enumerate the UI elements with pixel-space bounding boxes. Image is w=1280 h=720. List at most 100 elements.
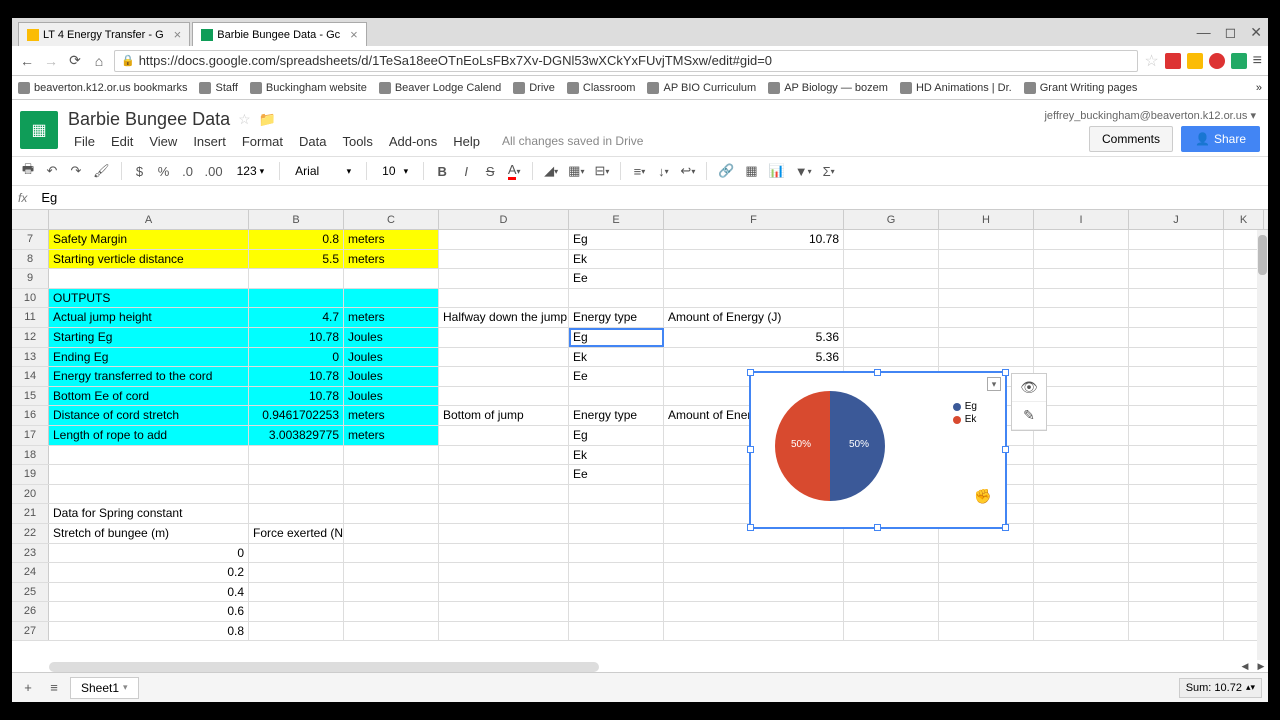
row-header[interactable]: 15 (12, 387, 49, 406)
horizontal-scrollbar[interactable] (49, 662, 599, 672)
close-icon[interactable]: × (350, 27, 358, 42)
halign-icon[interactable]: ≡ ▾ (629, 160, 649, 182)
paint-format-icon[interactable]: 🖌 (90, 160, 113, 182)
cell[interactable] (344, 269, 439, 288)
cell[interactable] (344, 583, 439, 602)
cell[interactable] (844, 250, 939, 269)
cell[interactable] (439, 250, 569, 269)
menu-edit[interactable]: Edit (105, 132, 139, 151)
cell[interactable] (344, 563, 439, 582)
minimize-icon[interactable]: — (1197, 24, 1211, 41)
row-header[interactable]: 23 (12, 544, 49, 563)
ext-icon[interactable] (1165, 53, 1181, 69)
cell[interactable]: 0.9461702253 (249, 406, 344, 425)
cell[interactable] (664, 250, 844, 269)
cell[interactable]: Starting verticle distance (49, 250, 249, 269)
cell[interactable] (249, 269, 344, 288)
cell[interactable]: Safety Margin (49, 230, 249, 249)
formula-bar[interactable]: fx Eg (12, 186, 1268, 210)
cell[interactable] (1034, 230, 1129, 249)
row-header[interactable]: 14 (12, 367, 49, 386)
cell[interactable] (1129, 328, 1224, 347)
valign-icon[interactable]: ↓ ▾ (653, 160, 673, 182)
cell[interactable] (439, 465, 569, 484)
cell[interactable] (1034, 563, 1129, 582)
cell[interactable]: meters (344, 308, 439, 327)
cell[interactable]: Energy type (569, 406, 664, 425)
cell[interactable]: 0.2 (49, 563, 249, 582)
close-window-icon[interactable]: ✕ (1250, 24, 1262, 41)
cell[interactable]: Joules (344, 387, 439, 406)
cell[interactable]: 10.78 (249, 387, 344, 406)
all-sheets-icon[interactable]: ≡ (44, 677, 64, 699)
scroll-left-icon[interactable]: ◀ (1238, 660, 1252, 672)
link-icon[interactable]: 🔗 (715, 160, 737, 182)
bookmark-item[interactable]: Buckingham website (250, 82, 367, 94)
cell[interactable] (249, 544, 344, 563)
cell[interactable] (344, 289, 439, 308)
row-header[interactable]: 8 (12, 250, 49, 269)
pie-chart[interactable]: ▾ 👁 ✎ 50% 50% Eg Ek (749, 371, 1007, 529)
back-icon[interactable]: ← (18, 52, 36, 70)
cell[interactable]: Actual jump height (49, 308, 249, 327)
col-header[interactable]: A (49, 210, 249, 229)
cell[interactable] (939, 289, 1034, 308)
cell[interactable] (844, 328, 939, 347)
cell[interactable]: Force exerted (N) (249, 524, 344, 543)
ext-icon[interactable] (1231, 53, 1247, 69)
cell[interactable] (249, 485, 344, 504)
undo-icon[interactable]: ↶ (42, 160, 62, 182)
cell[interactable] (1034, 426, 1129, 445)
cell[interactable]: Bottom Ee of cord (49, 387, 249, 406)
cell[interactable] (1129, 426, 1224, 445)
cell[interactable]: 0.8 (49, 622, 249, 641)
cell[interactable] (1034, 308, 1129, 327)
cell[interactable] (569, 563, 664, 582)
maximize-icon[interactable]: ◻ (1225, 24, 1237, 41)
cell[interactable] (939, 230, 1034, 249)
cell[interactable] (664, 583, 844, 602)
cell[interactable] (439, 269, 569, 288)
cell[interactable] (1129, 406, 1224, 425)
cell[interactable] (569, 485, 664, 504)
menu-icon[interactable]: ≡ (1253, 52, 1262, 70)
row-header[interactable]: 11 (12, 308, 49, 327)
cell[interactable] (249, 446, 344, 465)
row-header[interactable]: 24 (12, 563, 49, 582)
menu-file[interactable]: File (68, 132, 101, 151)
cell[interactable] (1034, 544, 1129, 563)
cell[interactable]: Ee (569, 269, 664, 288)
wrap-icon[interactable]: ↩ ▾ (677, 160, 698, 182)
font-size-dropdown[interactable]: 10 ▾ (375, 161, 415, 181)
row-header[interactable]: 16 (12, 406, 49, 425)
cell[interactable] (1129, 544, 1224, 563)
cell[interactable] (49, 485, 249, 504)
menu-tools[interactable]: Tools (336, 132, 378, 151)
cell[interactable]: 5.36 (664, 328, 844, 347)
cell[interactable] (664, 289, 844, 308)
cell[interactable]: Halfway down the jump (439, 308, 569, 327)
cell[interactable] (939, 308, 1034, 327)
share-button[interactable]: 👤 Share (1181, 126, 1260, 152)
cell[interactable] (249, 583, 344, 602)
folder-icon[interactable]: 📁 (259, 111, 276, 128)
bookmark-item[interactable]: Staff (199, 82, 237, 94)
cell[interactable] (439, 622, 569, 641)
cell[interactable] (1034, 328, 1129, 347)
row-header[interactable]: 10 (12, 289, 49, 308)
cell[interactable] (844, 583, 939, 602)
font-dropdown[interactable]: Arial ▾ (288, 161, 358, 181)
bookmark-item[interactable]: HD Animations | Dr. (900, 82, 1012, 94)
cell[interactable] (1129, 563, 1224, 582)
cell[interactable] (664, 269, 844, 288)
cell[interactable] (844, 622, 939, 641)
cell[interactable] (344, 524, 439, 543)
cell[interactable] (1129, 230, 1224, 249)
chart-view-icon[interactable]: 👁 (1012, 374, 1046, 402)
cell[interactable]: 10.78 (664, 230, 844, 249)
cell[interactable]: Ek (569, 348, 664, 367)
chart-icon[interactable]: 📊 (766, 160, 788, 182)
cell[interactable] (249, 465, 344, 484)
cell[interactable] (1129, 250, 1224, 269)
cell[interactable]: meters (344, 250, 439, 269)
